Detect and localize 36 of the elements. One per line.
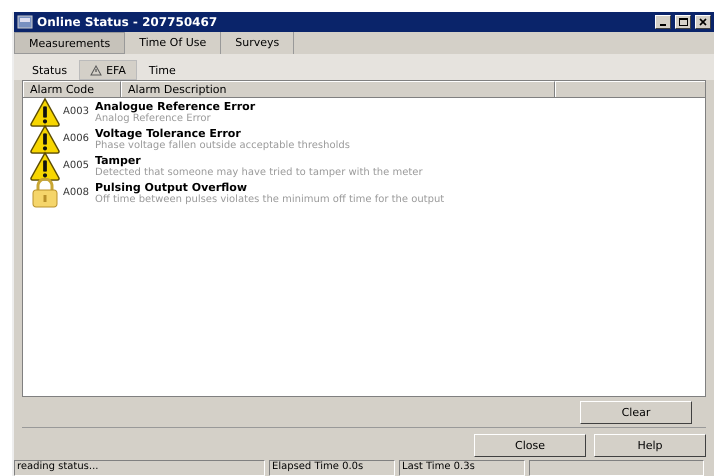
- status-text: reading status...: [14, 460, 265, 476]
- subtab[interactable]: Status: [22, 60, 78, 80]
- maximize-button[interactable]: [675, 15, 691, 29]
- alarm-code: A003: [63, 106, 90, 117]
- warning-icon: [30, 124, 60, 154]
- close-button[interactable]: [695, 15, 711, 29]
- alarm-title: Pulsing Output Overflow: [95, 180, 248, 194]
- tab[interactable]: Measurements: [14, 32, 126, 54]
- alarm-title: Tamper: [95, 154, 142, 166]
- subtab[interactable]: Time: [138, 60, 186, 80]
- alarm-code: A006: [63, 133, 90, 144]
- subtab[interactable]: EFA: [79, 60, 137, 80]
- alarm-code: A008: [63, 187, 90, 198]
- alarm-description: Detected that someone may have tried to tamper with the meter: [95, 166, 423, 178]
- maximize-icon: [678, 18, 688, 26]
- column-header[interactable]: Alarm Description: [121, 81, 555, 97]
- alarm-title: Voltage Tolerance Error: [95, 126, 242, 140]
- alarm-description: Off time between pulses violates the minimum off time for the output: [95, 194, 444, 204]
- warning-icon: [30, 96, 60, 126]
- minimize-button[interactable]: [655, 15, 671, 29]
- alarm-description: Phase voltage fallen outside acceptable thresholds: [95, 140, 350, 150]
- alarm-title: Analogue Reference Error: [95, 100, 256, 112]
- column-header[interactable]: Alarm Code: [23, 81, 121, 97]
- clear-button[interactable]: Clear: [580, 400, 692, 424]
- close-icon: [699, 18, 707, 26]
- window-title: Online Status - 207750467: [37, 15, 218, 29]
- dialog-button[interactable]: Close: [474, 434, 586, 457]
- warning-icon: [30, 150, 60, 180]
- status-text: Elapsed Time 0.0s: [269, 460, 395, 476]
- warning-icon: [90, 64, 102, 76]
- status-text: Last Time 0.3s: [399, 460, 525, 476]
- dialog-button[interactable]: Help: [594, 434, 706, 457]
- padlock-icon: [31, 178, 59, 208]
- app-icon: [17, 15, 33, 29]
- alarm-description: Analog Reference Error: [95, 112, 212, 124]
- alarm-code: A005: [63, 160, 90, 171]
